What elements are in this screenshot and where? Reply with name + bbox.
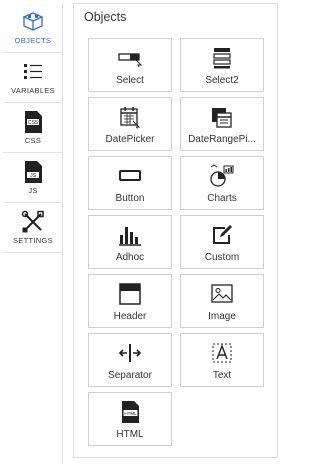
object-tile-html[interactable]: HTML HTML bbox=[88, 392, 172, 446]
object-tile-select2[interactable]: Select2 bbox=[180, 38, 264, 92]
tile-label: DatePicker bbox=[105, 134, 155, 145]
tile-label: Select2 bbox=[205, 75, 239, 86]
tile-label: Adhoc bbox=[115, 252, 145, 263]
button-icon bbox=[89, 163, 171, 189]
bar-chart-icon bbox=[89, 222, 171, 248]
tile-label: DateRangePi... bbox=[188, 134, 256, 145]
calendar-icon bbox=[89, 104, 171, 130]
list-icon bbox=[21, 59, 45, 85]
object-tile-text[interactable]: Text bbox=[180, 333, 264, 387]
sidebar-item-js[interactable]: JS JS bbox=[3, 153, 63, 203]
svg-text:HTML: HTML bbox=[124, 411, 137, 416]
svg-text:CSS: CSS bbox=[28, 120, 39, 126]
sidebar-item-variables[interactable]: VARIABLES bbox=[3, 53, 63, 103]
custom-edit-icon bbox=[181, 222, 263, 248]
html-file-icon: HTML bbox=[89, 399, 171, 425]
object-tile-charts[interactable]: Charts bbox=[180, 156, 264, 210]
tile-label: HTML bbox=[116, 429, 144, 440]
object-tile-custom[interactable]: Custom bbox=[180, 215, 264, 269]
tile-label: Select bbox=[116, 75, 144, 86]
tile-label: Image bbox=[208, 311, 236, 322]
object-tile-separator[interactable]: Separator bbox=[88, 333, 172, 387]
sidebar-item-label: SETTINGS bbox=[13, 236, 53, 245]
css-file-icon: CSS bbox=[22, 109, 44, 135]
cubes-icon bbox=[20, 9, 46, 35]
object-tile-image[interactable]: Image bbox=[180, 274, 264, 328]
tile-label: Charts bbox=[207, 193, 237, 204]
tile-label: Button bbox=[115, 193, 145, 204]
tile-label: Header bbox=[113, 311, 147, 322]
sidebar-item-label: VARIABLES bbox=[11, 86, 55, 95]
separator-icon bbox=[89, 340, 171, 366]
js-file-icon: JS bbox=[22, 159, 44, 185]
tile-label: Custom bbox=[204, 252, 240, 263]
sidebar-item-objects[interactable]: OBJECTS bbox=[3, 3, 63, 53]
panel-title: Objects bbox=[84, 10, 127, 24]
sidebar-item-settings[interactable]: SETTINGS bbox=[3, 203, 63, 253]
object-tile-adhoc[interactable]: Adhoc bbox=[88, 215, 172, 269]
charts-icon bbox=[181, 163, 263, 189]
sidebar-item-label: CSS bbox=[24, 136, 42, 145]
tile-label: Separator bbox=[108, 370, 152, 381]
object-tile-datepicker[interactable]: DatePicker bbox=[88, 97, 172, 151]
sidebar-item-label: OBJECTS bbox=[14, 36, 52, 45]
select2-icon bbox=[181, 45, 263, 71]
object-tile-select[interactable]: Select bbox=[88, 38, 172, 92]
sidebar: OBJECTS VARIABLES CSS CSS JS JS SETTINGS bbox=[3, 3, 63, 464]
image-icon bbox=[181, 281, 263, 307]
sidebar-item-css[interactable]: CSS CSS bbox=[3, 103, 63, 153]
object-tile-button[interactable]: Button bbox=[88, 156, 172, 210]
header-icon bbox=[89, 281, 171, 307]
calendar-range-icon bbox=[181, 104, 263, 130]
object-tile-daterangepicker[interactable]: DateRangePi... bbox=[180, 97, 264, 151]
tools-icon bbox=[21, 209, 45, 235]
select-icon bbox=[89, 45, 171, 71]
tile-label: Text bbox=[212, 370, 232, 381]
sidebar-item-label: JS bbox=[28, 186, 38, 195]
text-icon bbox=[181, 340, 263, 366]
svg-text:JS: JS bbox=[30, 173, 37, 179]
objects-panel: Objects Select Select2 DatePicker DateRa… bbox=[73, 3, 278, 458]
object-tile-header[interactable]: Header bbox=[88, 274, 172, 328]
